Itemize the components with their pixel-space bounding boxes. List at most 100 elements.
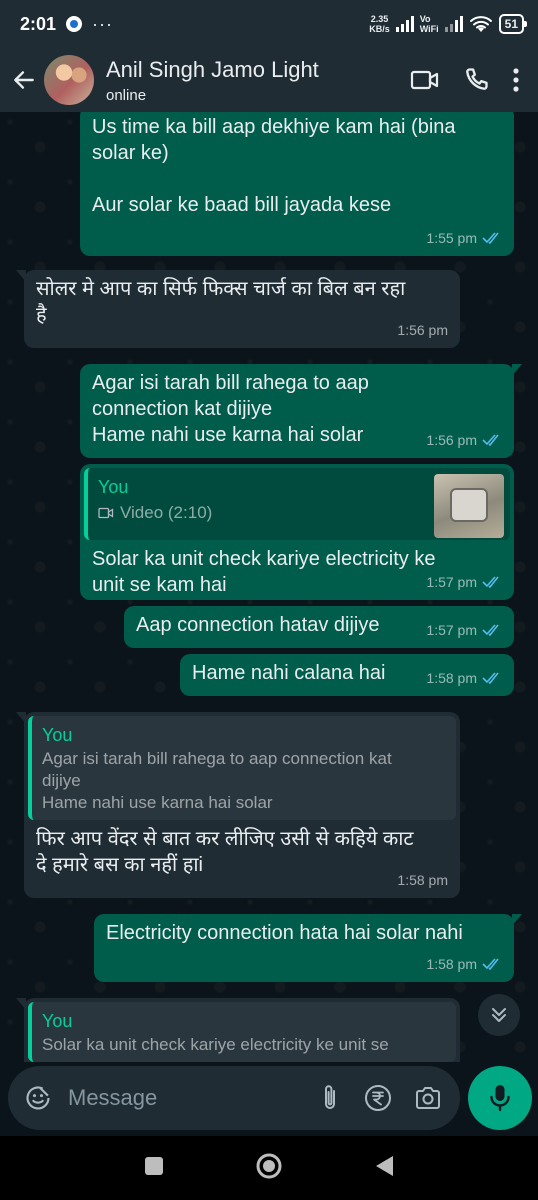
emoji-icon[interactable] bbox=[24, 1084, 52, 1112]
signal-2-icon bbox=[444, 16, 463, 32]
message-bubble-out[interactable]: Aap connection hatav dijiye 1:57 pm bbox=[124, 606, 514, 648]
vowifi-bottom: WiFi bbox=[419, 24, 439, 34]
message-time: 1:58 pm bbox=[426, 670, 477, 686]
phone-icon[interactable] bbox=[462, 66, 490, 94]
header-actions bbox=[410, 66, 520, 94]
message-line: Electricity connection hata hai solar na… bbox=[106, 922, 463, 944]
notification-app-icon bbox=[66, 16, 83, 32]
contact-name: Anil Singh Jamo Light bbox=[106, 56, 319, 82]
message-meta: 1:58 pm bbox=[426, 951, 502, 977]
message-line: है bbox=[36, 304, 47, 326]
message-bubble-out[interactable]: You Video (2:10) Solar ka unit check kar… bbox=[80, 464, 514, 600]
quoted-line: Hame nahi use karna hai solar bbox=[42, 793, 273, 812]
message-meta: 1:56 pm bbox=[426, 427, 502, 453]
message-input[interactable]: Message bbox=[68, 1085, 318, 1111]
back-arrow-icon[interactable] bbox=[6, 60, 42, 100]
quoted-message[interactable]: You Agar isi tarah bill rahega to aap co… bbox=[28, 716, 456, 820]
vowifi-top: Vo bbox=[419, 14, 431, 24]
camera-icon[interactable] bbox=[414, 1085, 442, 1111]
message-time: 1:56 pm bbox=[426, 432, 477, 448]
quoted-message[interactable]: You Solar ka unit check kariye electrici… bbox=[28, 1002, 456, 1062]
quoted-author: You bbox=[42, 1011, 73, 1031]
read-receipt-icon bbox=[482, 624, 499, 636]
message-bubble-in[interactable]: सोलर मे आप का सिर्फ फिक्स चार्ज का बिल ब… bbox=[16, 270, 460, 348]
message-meta: 1:58 pm bbox=[397, 867, 448, 893]
message-line: Us time ka bill aap dekhiye kam hai (bin… bbox=[92, 116, 456, 138]
voice-record-button[interactable] bbox=[468, 1066, 532, 1130]
message-input-container[interactable]: Message bbox=[8, 1066, 460, 1130]
more-vert-icon[interactable] bbox=[512, 67, 520, 93]
attach-icon[interactable] bbox=[318, 1083, 342, 1113]
message-line: Aur solar ke baad bill jayada kese bbox=[92, 194, 392, 216]
quoted-video-label: Video (2:10) bbox=[120, 503, 213, 522]
message-text: Us time ka bill aap dekhiye kam hai (bin… bbox=[92, 114, 502, 218]
double-chevron-down-icon bbox=[492, 1008, 506, 1022]
message-bubble-out[interactable]: Agar isi tarah bill rahega to aap connec… bbox=[80, 364, 522, 458]
message-time: 1:58 pm bbox=[426, 956, 477, 972]
recent-apps-icon[interactable] bbox=[143, 1155, 165, 1182]
read-receipt-icon bbox=[482, 434, 499, 446]
back-nav-icon[interactable] bbox=[373, 1154, 395, 1183]
battery-icon: 51 bbox=[498, 14, 528, 34]
status-bar: 2:01 ··· 2.35 KB/s Vo WiFi 51 bbox=[0, 0, 538, 48]
status-right: 2.35 KB/s Vo WiFi 51 bbox=[369, 14, 528, 34]
avatar[interactable] bbox=[44, 55, 94, 105]
app-root: { "status_bar": { "time": "2:01", "more"… bbox=[0, 0, 538, 1200]
message-line: फिर आप वेंदर से बात कर लीजिए उसी से कहिय… bbox=[36, 828, 414, 850]
message-time: 1:58 pm bbox=[397, 872, 448, 888]
scroll-to-bottom-button[interactable] bbox=[478, 994, 520, 1036]
battery-level: 51 bbox=[504, 17, 518, 31]
contact-status: online bbox=[106, 86, 147, 104]
bubble-tail bbox=[512, 914, 522, 926]
status-time: 2:01 bbox=[20, 13, 57, 34]
message-bubble-in[interactable]: You Solar ka unit check kariye electrici… bbox=[16, 998, 460, 1062]
read-receipt-icon bbox=[482, 576, 499, 588]
vowifi-label: Vo WiFi bbox=[420, 14, 439, 34]
quoted-author: You bbox=[42, 725, 73, 745]
chat-header: Anil Singh Jamo Light online bbox=[0, 48, 538, 112]
bubble-tail bbox=[16, 998, 26, 1010]
quoted-line: Agar isi tarah bill rahega to aap connec… bbox=[42, 749, 392, 768]
bubble-tail bbox=[16, 712, 26, 724]
message-line: solar ke) bbox=[92, 142, 169, 164]
video-thumbnail[interactable] bbox=[434, 474, 504, 538]
wifi-icon bbox=[469, 16, 492, 32]
network-speed-unit: KB/s bbox=[369, 24, 390, 34]
message-bubble-out[interactable]: Hame nahi calana hai 1:58 pm bbox=[180, 654, 514, 696]
message-bubble-out[interactable]: Us time ka bill aap dekhiye kam hai (bin… bbox=[80, 112, 514, 256]
message-line: दे हमारे बस का नहीं हाi bbox=[36, 854, 203, 876]
message-time: 1:57 pm bbox=[426, 574, 477, 590]
quoted-line: dijiye bbox=[42, 771, 81, 790]
network-speed: 2.35 KB/s bbox=[369, 14, 390, 34]
chat-area[interactable]: Us time ka bill aap dekhiye kam hai (bin… bbox=[0, 112, 538, 1062]
system-nav-bar bbox=[0, 1136, 538, 1200]
message-text: फिर आप वेंदर से बात कर लीजिए उसी से कहिय… bbox=[28, 826, 456, 878]
network-speed-value: 2.35 bbox=[370, 14, 389, 24]
mic-icon bbox=[490, 1085, 510, 1112]
message-time: 1:55 pm bbox=[426, 230, 477, 246]
message-meta: 1:56 pm bbox=[397, 317, 448, 343]
more-notifications-icon: ··· bbox=[92, 13, 114, 34]
rupee-payment-icon[interactable] bbox=[364, 1084, 392, 1112]
contact-info[interactable]: Anil Singh Jamo Light online bbox=[106, 57, 410, 104]
read-receipt-icon bbox=[482, 958, 499, 970]
message-line: connection kat dijiye bbox=[92, 398, 273, 420]
video-camera-icon bbox=[98, 507, 114, 519]
message-time: 1:57 pm bbox=[426, 622, 477, 638]
bubble-tail bbox=[512, 364, 522, 376]
quoted-line: Solar ka unit check kariye electricity k… bbox=[42, 1035, 389, 1054]
read-receipt-icon bbox=[482, 232, 499, 244]
video-call-icon[interactable] bbox=[410, 68, 440, 92]
message-bubble-in[interactable]: You Agar isi tarah bill rahega to aap co… bbox=[16, 712, 460, 898]
message-meta: 1:57 pm bbox=[426, 617, 502, 643]
message-text: सोलर मे आप का सिर्फ फिक्स चार्ज का बिल ब… bbox=[36, 276, 448, 328]
composer: Message bbox=[0, 1062, 538, 1136]
bubble-tail bbox=[16, 270, 26, 282]
message-meta: 1:55 pm bbox=[426, 225, 502, 251]
signal-icon bbox=[395, 16, 414, 32]
message-bubble-out[interactable]: Electricity connection hata hai solar na… bbox=[94, 914, 522, 982]
quoted-message[interactable]: You Video (2:10) bbox=[84, 468, 510, 540]
home-icon[interactable] bbox=[255, 1152, 283, 1185]
message-line bbox=[92, 166, 502, 192]
message-line: Agar isi tarah bill rahega to aap bbox=[92, 372, 369, 394]
